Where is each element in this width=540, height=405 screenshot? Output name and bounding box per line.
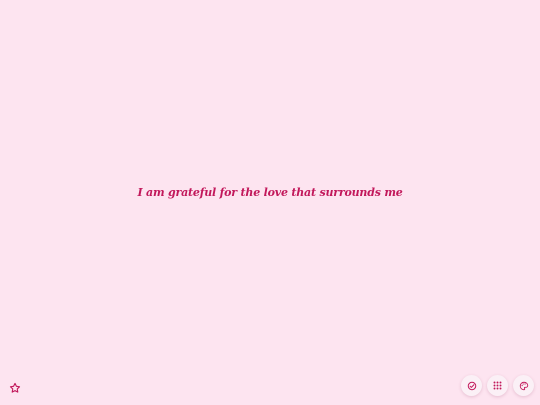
grid-icon <box>493 381 502 390</box>
complete-button[interactable] <box>461 375 482 396</box>
categories-button[interactable] <box>487 375 508 396</box>
favorite-button[interactable] <box>7 380 23 396</box>
theme-button[interactable] <box>513 375 534 396</box>
affirmation-text: I am grateful for the love that surround… <box>137 186 403 199</box>
star-icon <box>9 382 21 394</box>
palette-icon <box>519 381 529 391</box>
affirmation-screen: I am grateful for the love that surround… <box>0 0 540 405</box>
check-circle-icon <box>467 381 477 391</box>
bottom-toolbar <box>461 375 534 396</box>
